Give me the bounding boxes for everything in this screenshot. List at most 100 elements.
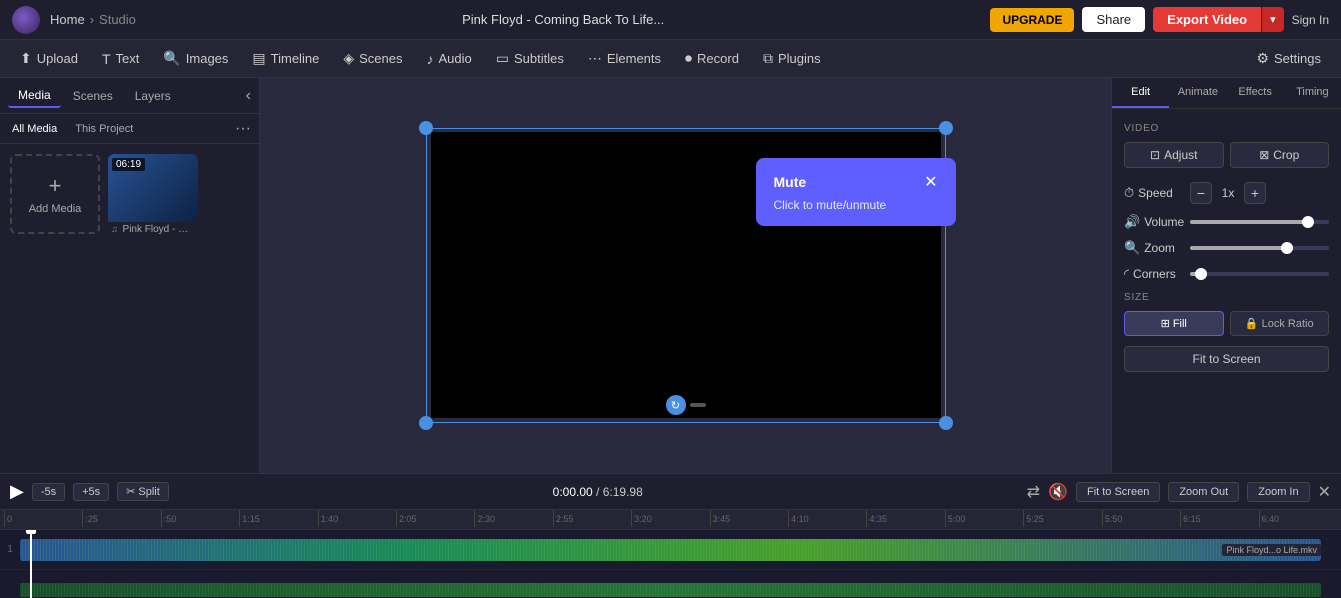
corners-row: ◜ Corners (1124, 266, 1329, 282)
video-section-label: Video (1124, 123, 1329, 134)
breadcrumb-sep: › (90, 12, 94, 27)
toolbar-upload[interactable]: ⬆ Upload (10, 46, 88, 71)
tab-scenes[interactable]: Scenes (63, 85, 123, 107)
sub-tab-all-media[interactable]: All Media (8, 121, 61, 137)
speed-minus-button[interactable]: − (1190, 182, 1212, 204)
upload-icon: ⬆ (20, 50, 32, 67)
elements-icon: ⋯ (588, 50, 602, 67)
volume-slider[interactable] (1190, 220, 1329, 224)
timeline-mute-button[interactable]: 🔇 (1048, 482, 1068, 502)
media-label: ♫ Pink Floyd - Co... (108, 222, 198, 234)
volume-icon: 🔊 (1124, 214, 1140, 230)
volume-thumb[interactable] (1302, 216, 1314, 228)
tab-animate[interactable]: Animate (1169, 78, 1226, 108)
volume-row: 🔊 Volume (1124, 214, 1329, 230)
share-button[interactable]: Share (1082, 7, 1145, 32)
toolbar-subtitles[interactable]: ▭ Subtitles (486, 46, 574, 71)
export-button[interactable]: Export Video (1153, 7, 1261, 32)
skip-minus-button[interactable]: -5s (32, 483, 65, 501)
track-content[interactable]: Pink Floyd...o Life.mkv (20, 535, 1341, 565)
tab-effects[interactable]: Effects (1227, 78, 1284, 108)
toolbar-text[interactable]: T Text (92, 47, 149, 71)
toolbar-elements[interactable]: ⋯ Elements (578, 46, 671, 71)
toolbar-audio[interactable]: ♪ Audio (416, 47, 481, 71)
rotate-handle[interactable]: ↻ (666, 395, 686, 415)
sign-in-button[interactable]: Sign In (1292, 13, 1329, 27)
mute-close-button[interactable]: ✕ (924, 172, 937, 192)
corners-thumb[interactable] (1195, 268, 1207, 280)
fit-to-screen-timeline-button[interactable]: Fit to Screen (1076, 482, 1160, 502)
lock-ratio-button[interactable]: 🔒 Lock Ratio (1230, 311, 1330, 336)
add-media-button[interactable]: + Add Media (10, 154, 100, 234)
speed-control: − 1x + (1190, 182, 1266, 204)
export-dropdown-button[interactable]: ▾ (1262, 7, 1284, 32)
handle-top-left[interactable] (419, 121, 433, 135)
split-button[interactable]: ✂ Split (117, 482, 169, 501)
tab-timing[interactable]: Timing (1284, 78, 1341, 108)
toolbar-timeline[interactable]: ▤ Timeline (242, 46, 329, 71)
toolbar-plugins[interactable]: ⧉ Plugins (753, 46, 831, 71)
zoom-row: 🔍 Zoom (1124, 240, 1329, 256)
speed-value: 1x (1218, 186, 1238, 200)
canvas-drag-indicator (690, 403, 706, 407)
lock-icon: 🔒 (1245, 317, 1259, 330)
split-icon: ✂ (126, 485, 135, 498)
fill-icon: ⊞ (1161, 317, 1170, 330)
tab-edit[interactable]: Edit (1112, 78, 1169, 108)
ruler-mark-5: 2:05 (396, 510, 474, 527)
time-total: 6:19.98 (603, 485, 643, 499)
ruler-marks: 0 :25 :50 1:15 1:40 2:05 2:30 2:55 3:20 … (4, 510, 1337, 529)
audio-icon: ♪ (426, 51, 433, 67)
ruler-mark-3: 1:15 (239, 510, 317, 527)
adjust-button[interactable]: ⊡ Adjust (1124, 142, 1224, 168)
adjust-icon: ⊡ (1150, 148, 1160, 162)
toolbar-scenes[interactable]: ◈ Scenes (333, 46, 412, 71)
zoom-thumb[interactable] (1281, 242, 1293, 254)
media-item-0[interactable]: 06:19 ♫ Pink Floyd - Co... (108, 154, 198, 234)
breadcrumb: Home › Studio (50, 12, 136, 27)
speed-plus-button[interactable]: + (1244, 182, 1266, 204)
handle-bottom-left[interactable] (419, 416, 433, 430)
zoom-out-button[interactable]: Zoom Out (1168, 482, 1239, 502)
toolbar-images[interactable]: 🔍 Images (153, 46, 238, 71)
top-actions: UPGRADE Share Export Video ▾ Sign In (990, 7, 1329, 32)
crop-button[interactable]: ⊠ Crop (1230, 142, 1330, 168)
fit-to-screen-button[interactable]: Fit to Screen (1124, 346, 1329, 372)
audio-track-content[interactable] (20, 575, 1341, 598)
panel-tabs: Media Scenes Layers ‹ (0, 78, 259, 114)
toolbar-record[interactable]: ⏺ Record (675, 46, 749, 71)
handle-bottom-right[interactable] (939, 416, 953, 430)
ruler-mark-4: 1:40 (318, 510, 396, 527)
fill-button[interactable]: ⊞ Fill (1124, 311, 1224, 336)
add-media-label: Add Media (29, 203, 82, 215)
timeline-magnet-button[interactable]: ⇄ (1027, 482, 1040, 502)
video-track-clip[interactable]: Pink Floyd...o Life.mkv (20, 539, 1321, 561)
playhead[interactable] (30, 530, 32, 598)
mute-tooltip-header: Mute ✕ (774, 172, 938, 192)
ruler-mark-6: 2:30 (474, 510, 552, 527)
ruler-mark-11: 4:35 (866, 510, 944, 527)
audio-track-clip[interactable] (20, 583, 1321, 597)
play-button[interactable]: ▶ (10, 481, 24, 502)
skip-plus-button[interactable]: +5s (73, 483, 109, 501)
panel-more-button[interactable]: ··· (235, 120, 251, 138)
ruler-mark-15: 6:15 (1180, 510, 1258, 527)
handle-top-right[interactable] (939, 121, 953, 135)
mute-tooltip: Mute ✕ Click to mute/unmute (756, 158, 956, 226)
breadcrumb-home[interactable]: Home (50, 12, 85, 27)
text-icon: T (102, 51, 111, 67)
corners-slider[interactable] (1190, 272, 1329, 276)
collapse-panel-button[interactable]: ‹ (246, 87, 251, 105)
upgrade-button[interactable]: UPGRADE (990, 8, 1074, 32)
sub-tab-this-project[interactable]: This Project (71, 121, 137, 137)
fit-to-screen-row: Fit to Screen (1124, 346, 1329, 372)
toolbar-settings[interactable]: ⚙ Settings (1246, 46, 1331, 71)
zoom-in-button[interactable]: Zoom In (1247, 482, 1309, 502)
zoom-slider[interactable] (1190, 246, 1329, 250)
video-btn-group: ⊡ Adjust ⊠ Crop (1124, 142, 1329, 168)
ruler-mark-12: 5:00 (945, 510, 1023, 527)
tab-media[interactable]: Media (8, 84, 61, 108)
timeline-close-button[interactable]: ✕ (1318, 482, 1331, 502)
tab-layers[interactable]: Layers (125, 85, 181, 107)
audio-waveform (20, 583, 1321, 597)
